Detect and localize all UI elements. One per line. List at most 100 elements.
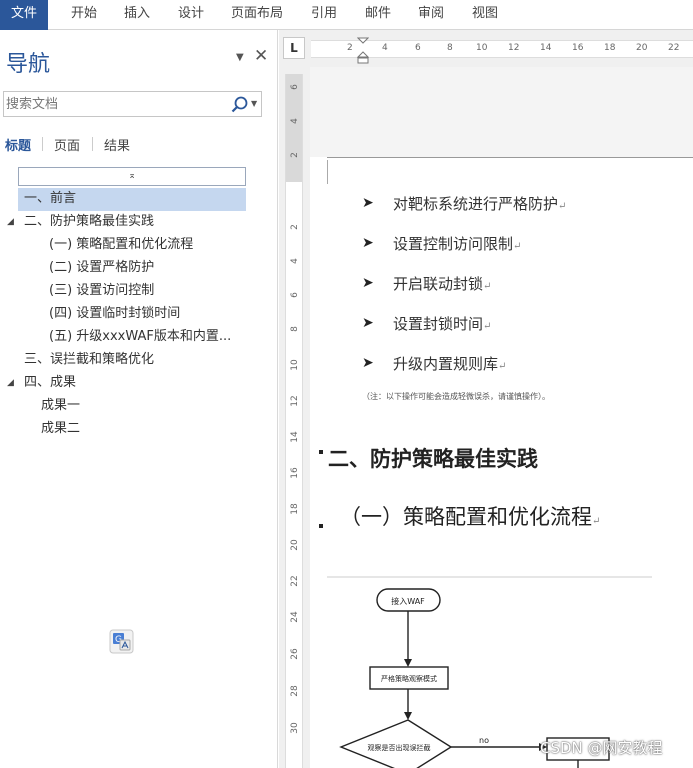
tree-item-sub-1[interactable]: (一) 策略配置和优化流程 — [0, 234, 278, 257]
nav-subtabs: 标题 页面 结果 — [0, 133, 278, 157]
ruler-tick: 26 — [290, 648, 300, 660]
document-page[interactable]: ➤ 对靶标系统进行严格防护↵ ➤ 设置控制访问限制↵ ➤ 开启联动封锁↵ ➤ 设… — [310, 67, 693, 768]
ruler-tick: 18 — [604, 43, 616, 53]
collapse-all-button[interactable]: ⌅ — [18, 167, 246, 186]
ruler-tick: 22 — [290, 575, 300, 587]
tab-references[interactable]: 引用 — [311, 0, 337, 30]
ruler-tick: 16 — [572, 43, 584, 53]
search-input[interactable] — [6, 95, 221, 113]
bullet-text-content: 升级内置规则库 — [393, 355, 499, 373]
flow-start-label: 接入WAF — [391, 596, 425, 606]
ruler-tick: 6 — [415, 43, 421, 53]
tree-item-label: 三、误拦截和策略优化 — [24, 352, 155, 367]
bullet-text-content: 设置控制访问限制 — [393, 235, 514, 253]
search-box: ▼ — [3, 91, 262, 117]
tree-item-label: (五) 升级xxxWAF版本和内置... — [49, 329, 232, 344]
tree-item-label: 成果一 — [41, 398, 81, 413]
subtab-headings[interactable]: 标题 — [5, 135, 31, 154]
translate-icon[interactable]: G — [109, 629, 134, 654]
tab-page-layout[interactable]: 页面布局 — [231, 0, 283, 30]
close-icon[interactable]: ✕ — [254, 46, 268, 66]
subtab-pages[interactable]: 页面 — [54, 135, 80, 154]
horizontal-ruler[interactable]: 2 4 6 8 10 12 14 16 18 20 22 — [311, 37, 693, 64]
paragraph-mark: ↵ — [513, 241, 522, 252]
chevron-down-icon[interactable]: ▼ — [236, 52, 244, 63]
ruler-tick: 18 — [290, 503, 300, 515]
ruler-tick: 14 — [540, 43, 552, 53]
page-edge-line — [327, 157, 693, 158]
tree-item-preface[interactable]: 一、前言 — [18, 188, 246, 211]
bullet-text: 对靶标系统进行严格防护↵ — [393, 193, 566, 214]
ruler-tick: 12 — [290, 395, 300, 407]
bullet-arrow-icon: ➤ — [362, 235, 374, 251]
ruler-tick: 14 — [290, 431, 300, 443]
tree-item-sub-4[interactable]: (四) 设置临时封锁时间 — [0, 303, 278, 326]
paragraph-mark: ↵ — [558, 201, 567, 212]
ruler-tick: 10 — [476, 43, 488, 53]
ruler-tick: 4 — [290, 258, 300, 264]
subtab-results[interactable]: 结果 — [104, 135, 130, 154]
tree-item-result-2[interactable]: 成果二 — [0, 418, 278, 441]
ruler-tick: 4 — [382, 43, 388, 53]
flow-arrowhead — [404, 659, 412, 667]
paragraph-mark: ↵ — [483, 281, 492, 292]
tree-item-label: (四) 设置临时封锁时间 — [49, 306, 181, 321]
heading-1: 二、防护策略最佳实践 — [328, 447, 538, 471]
ruler-tick: 6 — [290, 292, 300, 298]
indent-marker-icon[interactable] — [357, 37, 369, 65]
bullet-arrow-icon: ➤ — [362, 355, 374, 371]
search-icon[interactable] — [230, 95, 250, 115]
tree-item-label: 成果二 — [41, 421, 81, 436]
tab-review[interactable]: 审阅 — [418, 0, 444, 30]
ruler-tick: 12 — [508, 43, 520, 53]
ribbon-tab-bar: 文件 开始 插入 设计 页面布局 引用 邮件 审阅 视图 — [0, 0, 693, 30]
bullet-text: 开启联动封锁↵ — [393, 273, 491, 294]
tree-item-strategy[interactable]: ◢ 二、防护策略最佳实践 — [0, 211, 278, 234]
watermark: CSDN @网安教程 — [540, 739, 663, 757]
bullet-text-content: 开启联动封锁 — [393, 275, 484, 293]
nav-title: 导航 — [6, 52, 51, 77]
tree-item-optimization[interactable]: 三、误拦截和策略优化 — [0, 349, 278, 372]
tab-file[interactable]: 文件 — [0, 0, 48, 30]
heading-2-text: （一）策略配置和优化流程 — [340, 505, 592, 529]
expand-arrow-icon[interactable]: ◢ — [7, 372, 14, 394]
flow-step-label: 严格策略观察模式 — [381, 674, 437, 683]
navigation-pane: 导航 ▼ ✕ ▼ 标题 页面 结果 ⌅ 一、前言 ◢ 二、防护策略最佳实践 (一… — [0, 30, 278, 768]
flow-no-label: no — [479, 736, 489, 745]
search-options-caret-icon[interactable]: ▼ — [251, 99, 257, 108]
tree-item-sub-5[interactable]: (五) 升级xxxWAF版本和内置... — [0, 326, 278, 349]
divider — [42, 137, 43, 151]
tab-view[interactable]: 视图 — [472, 0, 498, 30]
expand-arrow-icon[interactable]: ◢ — [7, 211, 14, 233]
bullet-text-content: 对靶标系统进行严格防护 — [393, 195, 559, 213]
ruler-tick: 20 — [636, 43, 648, 53]
tree-item-sub-3[interactable]: (三) 设置访问控制 — [0, 280, 278, 303]
tree-item-label: 四、成果 — [24, 375, 77, 390]
page-gap — [310, 67, 693, 157]
ruler-tick: 28 — [290, 685, 300, 697]
paragraph-mark: ↵ — [498, 361, 507, 372]
ruler-tick: 24 — [290, 611, 300, 623]
flow-arrowhead — [404, 712, 412, 720]
bullet-arrow-icon: ➤ — [362, 195, 374, 211]
tree-item-results[interactable]: ◢ 四、成果 — [0, 372, 278, 395]
ruler-tick: 16 — [290, 467, 300, 479]
bullet-text: 升级内置规则库↵ — [393, 353, 506, 374]
tab-design[interactable]: 设计 — [178, 0, 204, 30]
tab-mailings[interactable]: 邮件 — [365, 0, 391, 30]
tree-item-result-1[interactable]: 成果一 — [0, 395, 278, 418]
bullet-arrow-icon: ➤ — [362, 275, 374, 291]
tree-item-label: 二、防护策略最佳实践 — [24, 214, 155, 229]
tree-item-sub-2[interactable]: (二) 设置严格防护 — [0, 257, 278, 280]
vertical-ruler[interactable]: 6 4 2 2 4 6 8 10 12 14 16 18 20 22 24 26… — [285, 74, 303, 768]
ruler-tick: 8 — [290, 326, 300, 332]
paragraph-marker — [319, 450, 323, 454]
paragraph-marker — [319, 524, 323, 528]
heading-2: （一）策略配置和优化流程↵ — [340, 501, 600, 531]
tab-insert[interactable]: 插入 — [124, 0, 150, 30]
ruler-tick: 10 — [290, 359, 300, 371]
bullet-text: 设置控制访问限制↵ — [393, 233, 521, 254]
flow-decision-label: 观察是否出现误拦截 — [368, 743, 431, 752]
tab-home[interactable]: 开始 — [71, 0, 97, 30]
tab-selector-button[interactable]: L — [283, 37, 305, 59]
